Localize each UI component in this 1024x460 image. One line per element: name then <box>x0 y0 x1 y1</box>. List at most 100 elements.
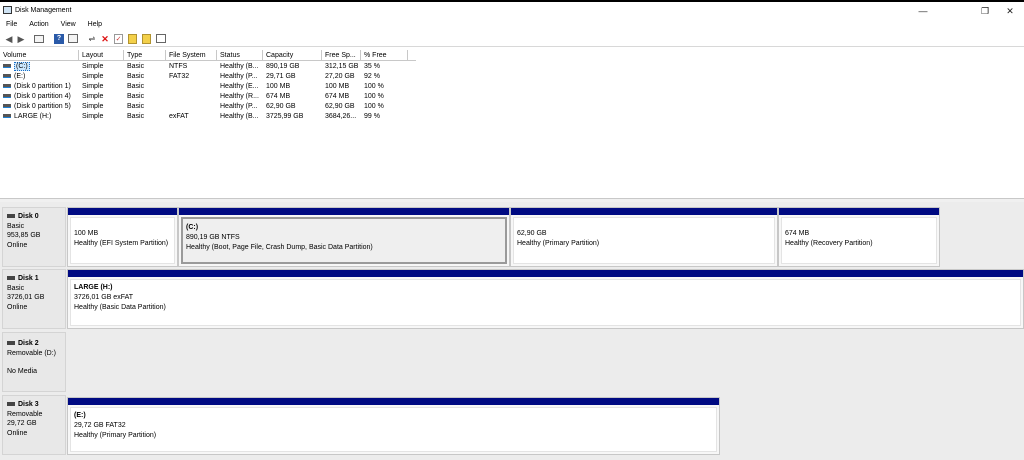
connect-drive-icon[interactable]: ⇌ <box>87 34 97 44</box>
table-row[interactable]: (Disk 0 partition 5) Simple Basic Health… <box>0 102 420 112</box>
partition-size: 3726,01 GB exFAT <box>74 294 134 301</box>
disk-1-info[interactable]: Disk 1 Basic 3726,01 GB Online <box>2 269 66 329</box>
menu-help[interactable]: Help <box>82 19 106 28</box>
back-icon[interactable]: ◀ <box>4 34 14 44</box>
volume-name: (Disk 0 partition 1) <box>14 83 71 90</box>
volume-icon <box>3 84 11 89</box>
partition-bar <box>179 208 509 215</box>
disk-name: Disk 1 <box>18 275 39 282</box>
menu-action[interactable]: Action <box>23 19 52 28</box>
col-file-system[interactable]: File System <box>166 50 217 61</box>
cell-file-system: exFAT <box>169 113 189 120</box>
volume-icon <box>3 114 11 119</box>
menu-file[interactable]: File <box>0 19 21 28</box>
col-status[interactable]: Status <box>217 50 263 61</box>
toolbar: ◀ ▶ ? ⇌ ✕ ✓ <box>0 31 1024 47</box>
format-icon[interactable] <box>128 34 137 44</box>
col-capacity[interactable]: Capacity <box>263 50 322 61</box>
cell-capacity: 29,71 GB <box>266 73 296 80</box>
view-icon[interactable] <box>156 34 166 43</box>
cell-layout: Simple <box>82 83 104 90</box>
close-button[interactable]: ✕ <box>995 4 1024 18</box>
cell-status: Healthy (B... <box>220 63 259 70</box>
partition-size: 62,90 GB <box>517 230 547 237</box>
delete-icon[interactable]: ✕ <box>100 34 110 44</box>
cell-free-space: 62,90 GB <box>325 103 355 110</box>
partition-bar <box>511 208 777 215</box>
volume-icon <box>3 94 11 99</box>
removable-disk-icon <box>7 402 15 407</box>
cell-capacity: 100 MB <box>266 83 291 90</box>
partition-name: (C:) <box>186 224 199 231</box>
disk-2-row: Disk 2 Removable (D:) No Media <box>0 332 1024 392</box>
partition-size: 100 MB <box>74 230 99 237</box>
cell-type: Basic <box>127 103 145 110</box>
partition-bar <box>779 208 939 215</box>
menu-view[interactable]: View <box>55 19 80 28</box>
minimize-button[interactable]: — <box>908 4 938 18</box>
cell-percent-free: 100 % <box>364 83 384 90</box>
cell-capacity: 674 MB <box>266 93 291 100</box>
title-bar: Disk Management — ❐ ✕ <box>0 0 1024 19</box>
help-icon[interactable]: ? <box>54 34 64 44</box>
col-free-space[interactable]: Free Sp... <box>322 50 361 61</box>
table-row[interactable]: LARGE (H:) Simple Basic exFAT Healthy (B… <box>0 112 420 122</box>
partition-status: Healthy (Primary Partition) <box>74 432 157 439</box>
col-layout[interactable]: Layout <box>79 50 124 61</box>
volume-name: LARGE (H:) <box>14 113 52 120</box>
partition-bar <box>68 398 719 405</box>
partition-status: Healthy (Recovery Partition) <box>785 240 873 247</box>
partition-status: Healthy (Basic Data Partition) <box>74 304 166 311</box>
cell-status: Healthy (E... <box>220 83 259 90</box>
partition-size: 29,72 GB FAT32 <box>74 422 126 429</box>
partition-primary[interactable]: 62,90 GB Healthy (Primary Partition) <box>510 207 778 267</box>
check-icon[interactable]: ✓ <box>114 34 123 44</box>
properties-icon[interactable] <box>68 34 78 43</box>
partition-large-h[interactable]: LARGE (H:) 3726,01 GB exFAT Healthy (Bas… <box>67 269 1024 329</box>
col-percent-free[interactable]: % Free <box>361 50 408 61</box>
disk-3-info[interactable]: Disk 3 Removable 29,72 GB Online <box>2 395 66 455</box>
table-row[interactable]: (C:) Simple Basic NTFS Healthy (B... 890… <box>0 62 420 72</box>
partition-c[interactable]: (C:) 890,19 GB NTFS Healthy (Boot, Page … <box>178 207 510 267</box>
disk-type: Removable <box>7 410 43 418</box>
partition-name: (E:) <box>74 412 86 419</box>
table-row[interactable]: (E:) Simple Basic FAT32 Healthy (P... 29… <box>0 72 420 82</box>
cell-status: Healthy (B... <box>220 113 259 120</box>
disk-type: Removable (D:) <box>7 349 57 357</box>
removable-disk-icon <box>7 341 15 346</box>
table-row[interactable]: (Disk 0 partition 1) Simple Basic Health… <box>0 82 420 92</box>
col-volume[interactable]: Volume <box>0 50 79 61</box>
partition-bar <box>68 208 177 215</box>
menu-bar: File Action View Help <box>0 19 1024 31</box>
console-tree-icon[interactable] <box>34 35 44 43</box>
cell-file-system: FAT32 <box>169 73 190 80</box>
partition-name: LARGE (H:) <box>74 284 113 291</box>
disk-size: 953,85 GB <box>7 232 41 239</box>
cell-free-space: 100 MB <box>325 83 350 90</box>
disk-name: Disk 3 <box>18 401 39 408</box>
cell-type: Basic <box>127 113 145 120</box>
col-type[interactable]: Type <box>124 50 166 61</box>
partition-bar <box>68 270 1023 277</box>
cell-type: Basic <box>127 63 145 70</box>
cell-free-space: 674 MB <box>325 93 350 100</box>
forward-icon[interactable]: ▶ <box>16 34 26 44</box>
rescan-icon[interactable] <box>142 34 151 44</box>
cell-percent-free: 35 % <box>364 63 380 70</box>
volume-name: (Disk 0 partition 5) <box>14 103 71 110</box>
cell-layout: Simple <box>82 73 104 80</box>
partition-recovery[interactable]: 674 MB Healthy (Recovery Partition) <box>778 207 940 267</box>
partition-e[interactable]: (E:) 29,72 GB FAT32 Healthy (Primary Par… <box>67 397 720 455</box>
disk-1-row: Disk 1 Basic 3726,01 GB Online LARGE (H:… <box>0 269 1024 329</box>
cell-percent-free: 100 % <box>364 103 384 110</box>
table-row[interactable]: (Disk 0 partition 4) Simple Basic Health… <box>0 92 420 102</box>
disk-2-info[interactable]: Disk 2 Removable (D:) No Media <box>2 332 66 392</box>
cell-type: Basic <box>127 83 145 90</box>
partition-status: Healthy (EFI System Partition) <box>74 240 169 247</box>
window-title: Disk Management <box>15 7 72 14</box>
disk-size: 3726,01 GB <box>7 294 45 301</box>
disk-0-info[interactable]: Disk 0 Basic 953,85 GB Online <box>2 207 66 267</box>
partition-efi[interactable]: 100 MB Healthy (EFI System Partition) <box>67 207 178 267</box>
volume-list-header: Volume Layout Type File System Status Ca… <box>0 50 420 61</box>
disk-type: Basic <box>7 222 25 230</box>
